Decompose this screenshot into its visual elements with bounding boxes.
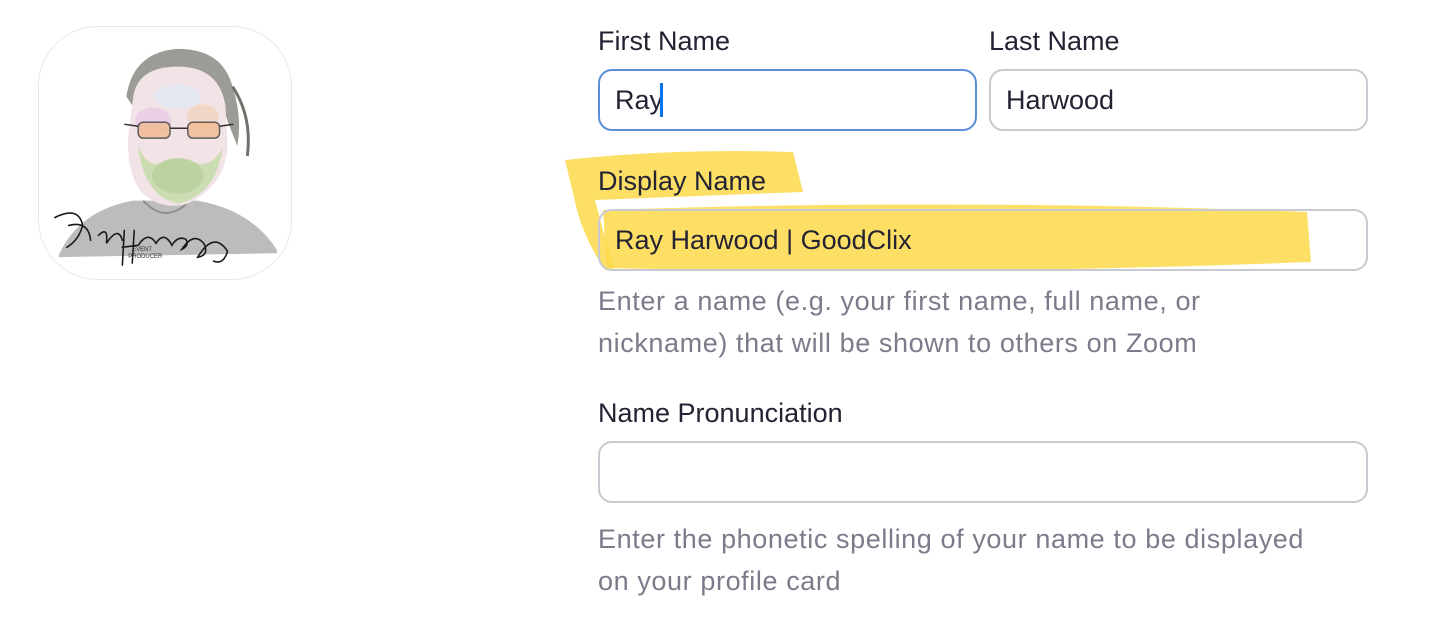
text-caret bbox=[660, 83, 663, 117]
display-name-input[interactable] bbox=[598, 209, 1368, 271]
profile-avatar[interactable]: EVENT PRODUCER bbox=[38, 26, 292, 280]
name-pronunciation-label: Name Pronunciation bbox=[598, 398, 843, 428]
display-name-hint: Enter a name (e.g. your first name, full… bbox=[598, 280, 1201, 364]
avatar-caption-line1: EVENT bbox=[132, 247, 152, 253]
last-name-label: Last Name bbox=[989, 26, 1120, 56]
first-name-input[interactable] bbox=[598, 69, 977, 131]
avatar-image: EVENT PRODUCER bbox=[54, 48, 278, 266]
first-name-label: First Name bbox=[598, 26, 731, 56]
name-pronunciation-hint: Enter the phonetic spelling of your name… bbox=[598, 518, 1304, 602]
name-pronunciation-input[interactable] bbox=[598, 441, 1368, 503]
avatar-caption-line2: PRODUCER bbox=[128, 254, 163, 260]
name-pronunciation-hint-line1: Enter the phonetic spelling of your name… bbox=[598, 524, 1305, 554]
last-name-input[interactable] bbox=[989, 69, 1368, 131]
display-name-label: Display Name bbox=[598, 166, 767, 196]
display-name-hint-line1: Enter a name (e.g. your first name, full… bbox=[598, 286, 1201, 316]
name-pronunciation-hint-line2: on your profile card bbox=[598, 566, 842, 596]
display-name-hint-line2: nickname) that will be shown to others o… bbox=[598, 328, 1198, 358]
